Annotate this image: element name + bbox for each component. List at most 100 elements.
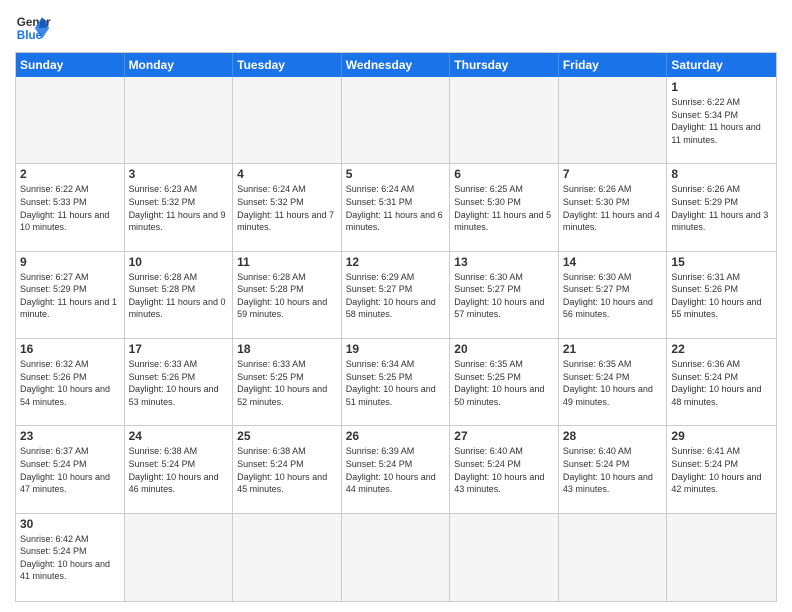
day-number: 27 bbox=[454, 429, 554, 443]
calendar-cell: 1 Sunrise: 6:22 AMSunset: 5:34 PMDaylight… bbox=[667, 77, 776, 163]
calendar-cell: 20 Sunrise: 6:35 AMSunset: 5:25 PMDayligh… bbox=[450, 339, 559, 425]
week-row-3: 16 Sunrise: 6:32 AMSunset: 5:26 PMDayligh… bbox=[16, 339, 776, 426]
sun-info: Sunrise: 6:39 AMSunset: 5:24 PMDaylight:… bbox=[346, 445, 446, 495]
day-number: 10 bbox=[129, 255, 229, 269]
calendar-cell: 11 Sunrise: 6:28 AMSunset: 5:28 PMDayligh… bbox=[233, 252, 342, 338]
calendar-cell: 16 Sunrise: 6:32 AMSunset: 5:26 PMDayligh… bbox=[16, 339, 125, 425]
calendar-cell: 2Sunrise: 6:22 AMSunset: 5:33 PMDaylight… bbox=[16, 164, 125, 250]
calendar-cell: 18 Sunrise: 6:33 AMSunset: 5:25 PMDayligh… bbox=[233, 339, 342, 425]
sun-info: Sunrise: 6:24 AMSunset: 5:32 PMDaylight:… bbox=[237, 183, 337, 233]
calendar-cell: 19 Sunrise: 6:34 AMSunset: 5:25 PMDayligh… bbox=[342, 339, 451, 425]
calendar-cell: 30Sunrise: 6:42 AMSunset: 5:24 PMDayligh… bbox=[16, 514, 125, 601]
calendar-header: SundayMondayTuesdayWednesdayThursdayFrid… bbox=[16, 53, 776, 77]
sun-info: Sunrise: 6:40 AMSunset: 5:24 PMDaylight:… bbox=[454, 445, 554, 495]
calendar-cell: 4 Sunrise: 6:24 AMSunset: 5:32 PMDaylight… bbox=[233, 164, 342, 250]
day-number: 3 bbox=[129, 167, 229, 181]
calendar-cell: 17 Sunrise: 6:33 AMSunset: 5:26 PMDayligh… bbox=[125, 339, 234, 425]
sun-info: Sunrise: 6:26 AMSunset: 5:29 PMDaylight:… bbox=[671, 183, 772, 233]
day-number: 4 bbox=[237, 167, 337, 181]
sun-info: Sunrise: 6:24 AMSunset: 5:31 PMDaylight:… bbox=[346, 183, 446, 233]
day-number: 19 bbox=[346, 342, 446, 356]
week-row-1: 2Sunrise: 6:22 AMSunset: 5:33 PMDaylight… bbox=[16, 164, 776, 251]
header-day-monday: Monday bbox=[125, 53, 234, 77]
calendar-cell bbox=[559, 77, 668, 163]
calendar-cell: 15Sunrise: 6:31 AMSunset: 5:26 PMDayligh… bbox=[667, 252, 776, 338]
day-number: 7 bbox=[563, 167, 663, 181]
calendar-cell bbox=[342, 77, 451, 163]
sun-info: Sunrise: 6:42 AMSunset: 5:24 PMDaylight:… bbox=[20, 533, 120, 583]
sun-info: Sunrise: 6:22 AMSunset: 5:33 PMDaylight:… bbox=[20, 183, 120, 233]
sun-info: Sunrise: 6:37 AMSunset: 5:24 PMDaylight:… bbox=[20, 445, 120, 495]
header-day-thursday: Thursday bbox=[450, 53, 559, 77]
header-day-friday: Friday bbox=[559, 53, 668, 77]
calendar-cell bbox=[125, 77, 234, 163]
calendar-cell: 14 Sunrise: 6:30 AMSunset: 5:27 PMDayligh… bbox=[559, 252, 668, 338]
calendar-cell bbox=[16, 77, 125, 163]
calendar-cell: 13 Sunrise: 6:30 AMSunset: 5:27 PMDayligh… bbox=[450, 252, 559, 338]
sun-info: Sunrise: 6:22 AMSunset: 5:34 PMDaylight:… bbox=[671, 96, 772, 146]
sun-info: Sunrise: 6:38 AMSunset: 5:24 PMDaylight:… bbox=[129, 445, 229, 495]
day-number: 18 bbox=[237, 342, 337, 356]
sun-info: Sunrise: 6:23 AMSunset: 5:32 PMDaylight:… bbox=[129, 183, 229, 233]
day-number: 23 bbox=[20, 429, 120, 443]
calendar-cell bbox=[233, 77, 342, 163]
week-row-5: 30Sunrise: 6:42 AMSunset: 5:24 PMDayligh… bbox=[16, 514, 776, 601]
calendar-cell: 7 Sunrise: 6:26 AMSunset: 5:30 PMDaylight… bbox=[559, 164, 668, 250]
calendar-cell: 28 Sunrise: 6:40 AMSunset: 5:24 PMDayligh… bbox=[559, 426, 668, 512]
sun-info: Sunrise: 6:28 AMSunset: 5:28 PMDaylight:… bbox=[237, 271, 337, 321]
day-number: 25 bbox=[237, 429, 337, 443]
calendar-cell: 12Sunrise: 6:29 AMSunset: 5:27 PMDayligh… bbox=[342, 252, 451, 338]
sun-info: Sunrise: 6:41 AMSunset: 5:24 PMDaylight:… bbox=[671, 445, 772, 495]
day-number: 24 bbox=[129, 429, 229, 443]
day-number: 29 bbox=[671, 429, 772, 443]
day-number: 20 bbox=[454, 342, 554, 356]
day-number: 8 bbox=[671, 167, 772, 181]
day-number: 22 bbox=[671, 342, 772, 356]
calendar-cell bbox=[450, 514, 559, 601]
day-number: 11 bbox=[237, 255, 337, 269]
calendar-cell: 10 Sunrise: 6:28 AMSunset: 5:28 PMDayligh… bbox=[125, 252, 234, 338]
sun-info: Sunrise: 6:33 AMSunset: 5:25 PMDaylight:… bbox=[237, 358, 337, 408]
day-number: 14 bbox=[563, 255, 663, 269]
calendar-cell: 3 Sunrise: 6:23 AMSunset: 5:32 PMDaylight… bbox=[125, 164, 234, 250]
calendar-cell: 24 Sunrise: 6:38 AMSunset: 5:24 PMDayligh… bbox=[125, 426, 234, 512]
day-number: 13 bbox=[454, 255, 554, 269]
sun-info: Sunrise: 6:36 AMSunset: 5:24 PMDaylight:… bbox=[671, 358, 772, 408]
calendar-cell bbox=[342, 514, 451, 601]
sun-info: Sunrise: 6:32 AMSunset: 5:26 PMDaylight:… bbox=[20, 358, 120, 408]
sun-info: Sunrise: 6:26 AMSunset: 5:30 PMDaylight:… bbox=[563, 183, 663, 233]
sun-info: Sunrise: 6:40 AMSunset: 5:24 PMDaylight:… bbox=[563, 445, 663, 495]
day-number: 6 bbox=[454, 167, 554, 181]
sun-info: Sunrise: 6:31 AMSunset: 5:26 PMDaylight:… bbox=[671, 271, 772, 321]
sun-info: Sunrise: 6:35 AMSunset: 5:25 PMDaylight:… bbox=[454, 358, 554, 408]
header-day-saturday: Saturday bbox=[667, 53, 776, 77]
logo: General Blue bbox=[15, 10, 51, 46]
day-number: 5 bbox=[346, 167, 446, 181]
sun-info: Sunrise: 6:34 AMSunset: 5:25 PMDaylight:… bbox=[346, 358, 446, 408]
sun-info: Sunrise: 6:27 AMSunset: 5:29 PMDaylight:… bbox=[20, 271, 120, 321]
calendar-cell: 22 Sunrise: 6:36 AMSunset: 5:24 PMDayligh… bbox=[667, 339, 776, 425]
sun-info: Sunrise: 6:30 AMSunset: 5:27 PMDaylight:… bbox=[563, 271, 663, 321]
header-day-wednesday: Wednesday bbox=[342, 53, 451, 77]
sun-info: Sunrise: 6:25 AMSunset: 5:30 PMDaylight:… bbox=[454, 183, 554, 233]
generalblue-logo-icon: General Blue bbox=[15, 10, 51, 46]
calendar-cell: 23 Sunrise: 6:37 AMSunset: 5:24 PMDayligh… bbox=[16, 426, 125, 512]
day-number: 28 bbox=[563, 429, 663, 443]
calendar-cell: 25 Sunrise: 6:38 AMSunset: 5:24 PMDayligh… bbox=[233, 426, 342, 512]
sun-info: Sunrise: 6:33 AMSunset: 5:26 PMDaylight:… bbox=[129, 358, 229, 408]
sun-info: Sunrise: 6:28 AMSunset: 5:28 PMDaylight:… bbox=[129, 271, 229, 321]
day-number: 17 bbox=[129, 342, 229, 356]
header: General Blue bbox=[15, 10, 777, 46]
day-number: 16 bbox=[20, 342, 120, 356]
calendar-cell: 26Sunrise: 6:39 AMSunset: 5:24 PMDayligh… bbox=[342, 426, 451, 512]
week-row-2: 9Sunrise: 6:27 AMSunset: 5:29 PMDaylight… bbox=[16, 252, 776, 339]
day-number: 1 bbox=[671, 80, 772, 94]
calendar-cell: 6 Sunrise: 6:25 AMSunset: 5:30 PMDaylight… bbox=[450, 164, 559, 250]
calendar-cell: 21Sunrise: 6:35 AMSunset: 5:24 PMDayligh… bbox=[559, 339, 668, 425]
sun-info: Sunrise: 6:30 AMSunset: 5:27 PMDaylight:… bbox=[454, 271, 554, 321]
header-day-tuesday: Tuesday bbox=[233, 53, 342, 77]
sun-info: Sunrise: 6:38 AMSunset: 5:24 PMDaylight:… bbox=[237, 445, 337, 495]
day-number: 12 bbox=[346, 255, 446, 269]
calendar-cell: 8 Sunrise: 6:26 AMSunset: 5:29 PMDaylight… bbox=[667, 164, 776, 250]
day-number: 21 bbox=[563, 342, 663, 356]
